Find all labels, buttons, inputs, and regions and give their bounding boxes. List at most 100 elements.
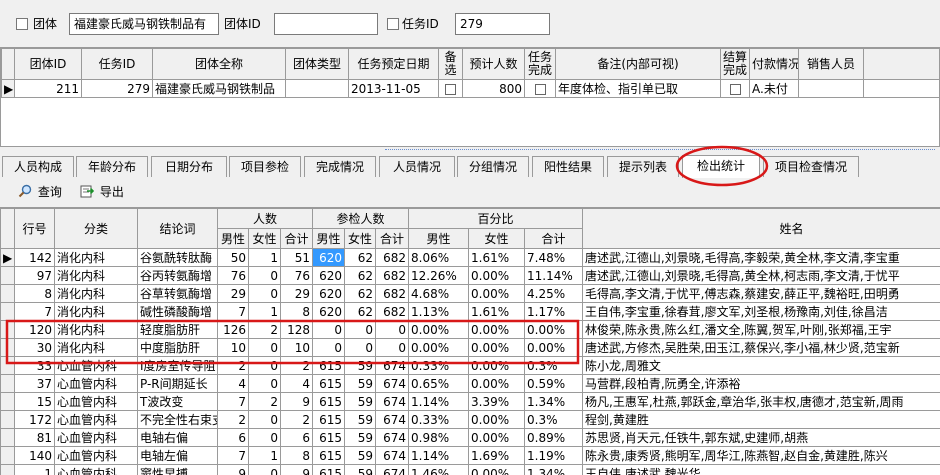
table-cell[interactable]: 0.00% <box>408 320 469 339</box>
table-cell[interactable]: 电轴左偏 <box>137 446 218 465</box>
table-cell[interactable]: 7 <box>217 392 249 411</box>
table-cell[interactable]: 2 <box>217 356 249 375</box>
col-group-name[interactable]: 团体全称 <box>152 48 286 80</box>
table-cell[interactable]: 7 <box>217 446 249 465</box>
table-cell[interactable]: 王自伟,唐述武,魏光华 <box>582 464 940 475</box>
table-cell[interactable]: 唐述武,江德山,刘景晓,毛得高,黄全林,柯志雨,李文清,于忧平 <box>582 266 940 285</box>
table-cell[interactable]: 中度脂肪肝 <box>137 338 218 357</box>
table-row[interactable]: 1 心血管内科 窦性早搏 9 0 9 615 59 674 1.46% 0.00% 1.34% 王自伟,… <box>0 464 940 475</box>
table-cell[interactable]: 620 <box>312 302 345 321</box>
table-cell[interactable]: 0 <box>312 338 345 357</box>
table-cell[interactable]: 11.14% <box>524 266 583 285</box>
table-cell[interactable]: 1.19% <box>524 446 583 465</box>
table-cell[interactable]: 120 <box>14 320 55 339</box>
col-remark[interactable]: 备注(内部可视) <box>555 48 721 80</box>
table-cell[interactable]: 2 <box>280 410 313 429</box>
table-cell[interactable]: 0.00% <box>468 320 525 339</box>
col-count-total[interactable]: 合计 <box>280 228 313 249</box>
col-percent[interactable]: 百分比 <box>408 208 583 229</box>
table-cell[interactable]: 消化内科 <box>54 320 138 339</box>
table-cell[interactable]: 6 <box>280 428 313 447</box>
table-cell[interactable]: 1 <box>248 446 281 465</box>
col-expected[interactable]: 预计人数 <box>462 48 525 80</box>
table-cell[interactable]: 1.61% <box>468 302 525 321</box>
table-cell[interactable]: 4 <box>280 374 313 393</box>
table-row[interactable]: 7 消化内科 碱性磷酸酶增 7 1 8 620 62 682 1.13% 1.61% 1.17% 王自伟… <box>0 302 940 321</box>
table-cell[interactable]: 消化内科 <box>54 248 138 267</box>
table-cell[interactable]: 苏思贤,肖天元,任铁牛,郭东斌,史建师,胡燕 <box>582 428 940 447</box>
table-cell[interactable]: 0.00% <box>468 266 525 285</box>
table-cell[interactable]: 126 <box>217 320 249 339</box>
table-cell[interactable]: 0.33% <box>408 410 469 429</box>
table-cell[interactable]: 4.25% <box>524 284 583 303</box>
table-cell[interactable]: 心血管内科 <box>54 392 138 411</box>
table-cell[interactable]: 心血管内科 <box>54 464 138 475</box>
table-cell[interactable]: 142 <box>14 248 55 267</box>
task-row[interactable]: ▶ 211 279 福建豪氏威马钢铁制品 2013-11-05 800 年度体检… <box>1 79 939 98</box>
table-cell[interactable]: 马营群,段柏青,阮勇全,许添裕 <box>582 374 940 393</box>
table-cell[interactable]: 29 <box>217 284 249 303</box>
table-cell[interactable]: 1.69% <box>468 446 525 465</box>
cell-payment[interactable]: A.未付 <box>749 79 799 98</box>
tab-positive-results[interactable]: 阳性结果 <box>532 156 604 177</box>
tab-staff-status[interactable]: 人员情况 <box>379 156 455 177</box>
table-cell[interactable]: 2 <box>217 410 249 429</box>
table-cell[interactable]: 76 <box>280 266 313 285</box>
table-cell[interactable]: 8 <box>14 284 55 303</box>
table-cell[interactable]: 172 <box>14 410 55 429</box>
table-cell[interactable]: 0.00% <box>524 338 583 357</box>
col-count-male[interactable]: 男性 <box>217 228 249 249</box>
table-cell[interactable]: 0.00% <box>468 356 525 375</box>
col-names[interactable]: 姓名 <box>582 208 940 249</box>
table-cell[interactable]: 682 <box>375 266 409 285</box>
table-cell[interactable]: 0.00% <box>468 464 525 475</box>
table-cell[interactable]: 0 <box>248 356 281 375</box>
table-cell[interactable]: 620 <box>312 266 345 285</box>
cell-task-id[interactable]: 279 <box>81 79 153 98</box>
table-cell[interactable]: 674 <box>375 446 409 465</box>
table-cell[interactable]: 8 <box>280 302 313 321</box>
table-cell[interactable]: 615 <box>312 356 345 375</box>
table-cell[interactable]: 128 <box>280 320 313 339</box>
table-cell[interactable]: 0 <box>344 320 376 339</box>
table-cell[interactable]: 电轴右偏 <box>137 428 218 447</box>
table-cell[interactable]: 1.34% <box>524 392 583 411</box>
table-cell[interactable]: 62 <box>344 248 376 267</box>
table-row[interactable]: 30 消化内科 中度脂肪肝 10 0 10 0 0 0 0.00% 0.00% 0.00% 唐述武,方修… <box>0 338 940 357</box>
table-cell[interactable]: 10 <box>280 338 313 357</box>
cell-group-id[interactable]: 211 <box>14 79 82 98</box>
tab-completion[interactable]: 完成情况 <box>304 156 376 177</box>
table-cell[interactable]: 0.3% <box>524 356 583 375</box>
group-field[interactable]: 福建豪氏威马钢铁制品有 <box>69 13 219 35</box>
table-cell[interactable]: 0.33% <box>408 356 469 375</box>
table-cell[interactable]: 0.00% <box>468 374 525 393</box>
col-exam-female[interactable]: 女性 <box>344 228 376 249</box>
table-cell[interactable]: 62 <box>344 284 376 303</box>
col-category[interactable]: 分类 <box>54 208 138 249</box>
table-cell[interactable]: 10 <box>217 338 249 357</box>
table-cell[interactable]: 62 <box>344 302 376 321</box>
table-cell[interactable]: 碱性磷酸酶增 <box>137 302 218 321</box>
table-cell[interactable]: 37 <box>14 374 55 393</box>
cell-alternate[interactable] <box>438 79 463 98</box>
col-task-done[interactable]: 任务完成 <box>524 48 556 80</box>
table-cell[interactable]: 59 <box>344 356 376 375</box>
table-cell[interactable]: 620 <box>312 248 345 267</box>
table-row[interactable]: 140 心血管内科 电轴左偏 7 1 8 615 59 674 1.14% 1.69% 1.19% 陈永… <box>0 446 940 465</box>
table-cell[interactable]: 王自伟,李宝重,徐春茸,廖文军,刘圣根,杨豫南,刘佳,徐昌洁 <box>582 302 940 321</box>
table-cell[interactable]: 2 <box>248 392 281 411</box>
table-row[interactable]: 8 消化内科 谷草转氨酶增 29 0 29 620 62 682 4.68% 0.00% 4.25% 毛… <box>0 284 940 303</box>
table-cell[interactable]: 心血管内科 <box>54 374 138 393</box>
table-cell[interactable]: 59 <box>344 410 376 429</box>
table-cell[interactable]: 12.26% <box>408 266 469 285</box>
table-cell[interactable]: 674 <box>375 374 409 393</box>
cell-group-name[interactable]: 福建豪氏威马钢铁制品 <box>152 79 286 98</box>
table-cell[interactable]: 3.39% <box>468 392 525 411</box>
col-count[interactable]: 人数 <box>217 208 313 229</box>
table-cell[interactable]: 674 <box>375 392 409 411</box>
table-cell[interactable]: 15 <box>14 392 55 411</box>
table-cell[interactable]: 81 <box>14 428 55 447</box>
table-cell[interactable]: 2 <box>248 320 281 339</box>
col-pct-male[interactable]: 男性 <box>408 228 469 249</box>
col-settled[interactable]: 结算完成 <box>720 48 750 80</box>
